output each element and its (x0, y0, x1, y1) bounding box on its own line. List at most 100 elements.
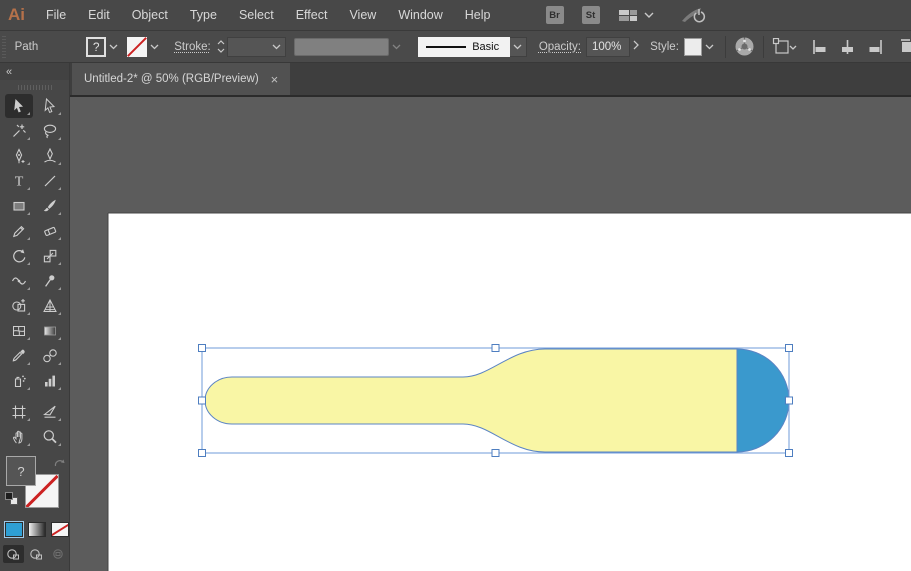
scale-tool[interactable] (36, 244, 64, 268)
swap-fill-stroke-icon[interactable] (54, 456, 65, 474)
lasso-tool[interactable] (36, 119, 64, 143)
menu-items: File Edit Object Type Select Effect View Window… (35, 8, 502, 22)
collapse-chevrons-icon: « (6, 65, 13, 78)
control-bar: Path ? Stroke: Basic Opacity: 100% Style… (0, 30, 911, 63)
opacity-label: Opacity: (538, 40, 581, 53)
blend-tool[interactable] (36, 344, 64, 368)
rectangle-tool[interactable] (5, 194, 33, 218)
drawing-mode-buttons (0, 537, 69, 563)
color-mode-buttons (0, 516, 69, 538)
artboard-tool[interactable] (5, 400, 33, 424)
menu-window[interactable]: Window (387, 8, 453, 22)
selection-handle[interactable] (198, 396, 206, 405)
menu-effect[interactable]: Effect (285, 8, 339, 22)
default-fill-stroke-icon[interactable] (5, 492, 18, 505)
bridge-button[interactable]: Br (545, 6, 564, 24)
mesh-tool[interactable] (5, 319, 33, 343)
none-button[interactable] (51, 522, 69, 537)
transform-options-icon[interactable] (772, 37, 798, 56)
menu-select[interactable]: Select (228, 8, 285, 22)
align-buttons (812, 38, 911, 55)
selection-type-label: Path (14, 40, 39, 53)
style-swatch[interactable] (683, 37, 703, 56)
canvas-area[interactable] (70, 97, 911, 571)
workspace-switcher-icon[interactable] (618, 8, 654, 23)
selection-handle[interactable] (491, 449, 500, 457)
width-tool[interactable] (5, 269, 33, 293)
selection-handle[interactable] (491, 344, 500, 352)
direct-selection-tool[interactable] (36, 94, 64, 118)
type-tool[interactable]: T (5, 169, 33, 193)
stroke-weight-stepper[interactable] (217, 40, 225, 53)
paintbrush-tool[interactable] (36, 194, 64, 218)
align-horizontal-center-icon[interactable] (839, 39, 856, 55)
panel-collapse-button[interactable]: « (0, 63, 69, 80)
puppet-warp-tool[interactable] (36, 269, 64, 293)
symbol-sprayer-tool[interactable] (5, 369, 33, 393)
stroke-weight-dropdown[interactable] (226, 36, 286, 57)
brush-definition-dropdown[interactable]: Basic (418, 36, 510, 57)
stock-button[interactable]: St (581, 6, 600, 24)
draw-inside-mode[interactable] (48, 545, 69, 563)
selection-handle[interactable] (785, 396, 793, 405)
style-dropdown-chevron-icon[interactable] (702, 39, 717, 55)
gradient-button[interactable] (28, 522, 46, 537)
draw-normal-mode[interactable] (3, 545, 24, 563)
stroke-weight-label: Stroke: (174, 40, 211, 53)
pen-tool[interactable] (5, 144, 33, 168)
recolor-artwork-icon[interactable] (734, 36, 755, 57)
control-bar-grip[interactable] (0, 35, 9, 58)
panel-drag-grip[interactable] (17, 85, 52, 90)
fill-stroke-proxy: ? (4, 456, 66, 514)
pencil-tool[interactable] (5, 219, 33, 243)
stroke-dropdown-chevron-icon[interactable] (147, 39, 162, 55)
menu-view[interactable]: View (338, 8, 387, 22)
menu-edit[interactable]: Edit (77, 8, 121, 22)
fill-proxy-swatch[interactable]: ? (6, 456, 36, 486)
column-graph-tool[interactable] (36, 369, 64, 393)
svg-text:T: T (14, 175, 23, 190)
menu-file[interactable]: File (35, 8, 77, 22)
magic-wand-tool[interactable] (5, 119, 33, 143)
zoom-tool[interactable] (36, 425, 64, 449)
selection-handle[interactable] (785, 449, 793, 457)
canvas-svg[interactable] (70, 97, 911, 571)
brush-name: Basic (472, 40, 500, 53)
tab-close-icon[interactable]: × (271, 73, 279, 86)
draw-behind-mode[interactable] (26, 545, 47, 563)
selection-handle[interactable] (198, 449, 206, 457)
curvature-tool[interactable] (36, 144, 64, 168)
main-area: « T ? Untitled-2* @ 50% (RGB/Preview) × (0, 63, 911, 571)
brush-dropdown-chevron-icon[interactable] (509, 36, 527, 57)
sync-settings-icon[interactable] (680, 5, 705, 25)
slice-tool[interactable] (36, 400, 64, 424)
eraser-tool[interactable] (36, 219, 64, 243)
selection-handle[interactable] (785, 344, 793, 352)
align-partial-icon[interactable] (899, 38, 911, 55)
rotate-tool[interactable] (5, 244, 33, 268)
menu-right-icons: Br St (518, 5, 705, 25)
eyedropper-tool[interactable] (5, 344, 33, 368)
selection-handle[interactable] (198, 344, 206, 352)
stroke-color-swatch[interactable] (127, 36, 148, 57)
align-left-icon[interactable] (812, 39, 829, 55)
color-button[interactable] (4, 521, 24, 538)
align-right-icon[interactable] (866, 39, 883, 55)
style-label: Style: (650, 40, 679, 53)
menu-object[interactable]: Object (121, 8, 179, 22)
perspective-grid-tool[interactable] (36, 294, 64, 318)
opacity-input[interactable]: 100% (586, 36, 631, 57)
selection-tool[interactable] (4, 94, 33, 118)
shape-builder-tool[interactable] (5, 294, 33, 318)
menu-bar: Ai File Edit Object Type Select Effect View Win… (0, 0, 911, 30)
line-segment-tool[interactable] (36, 169, 64, 193)
fill-color-swatch[interactable]: ? (86, 36, 107, 57)
menu-type[interactable]: Type (179, 8, 228, 22)
document-tab[interactable]: Untitled-2* @ 50% (RGB/Preview) × (72, 63, 291, 95)
hand-tool[interactable] (5, 425, 33, 449)
width-profile-dropdown (293, 37, 390, 56)
gradient-tool[interactable] (36, 319, 64, 343)
menu-help[interactable]: Help (454, 8, 502, 22)
opacity-popout-chevron-icon[interactable] (630, 38, 642, 55)
fill-dropdown-chevron-icon[interactable] (106, 39, 121, 55)
